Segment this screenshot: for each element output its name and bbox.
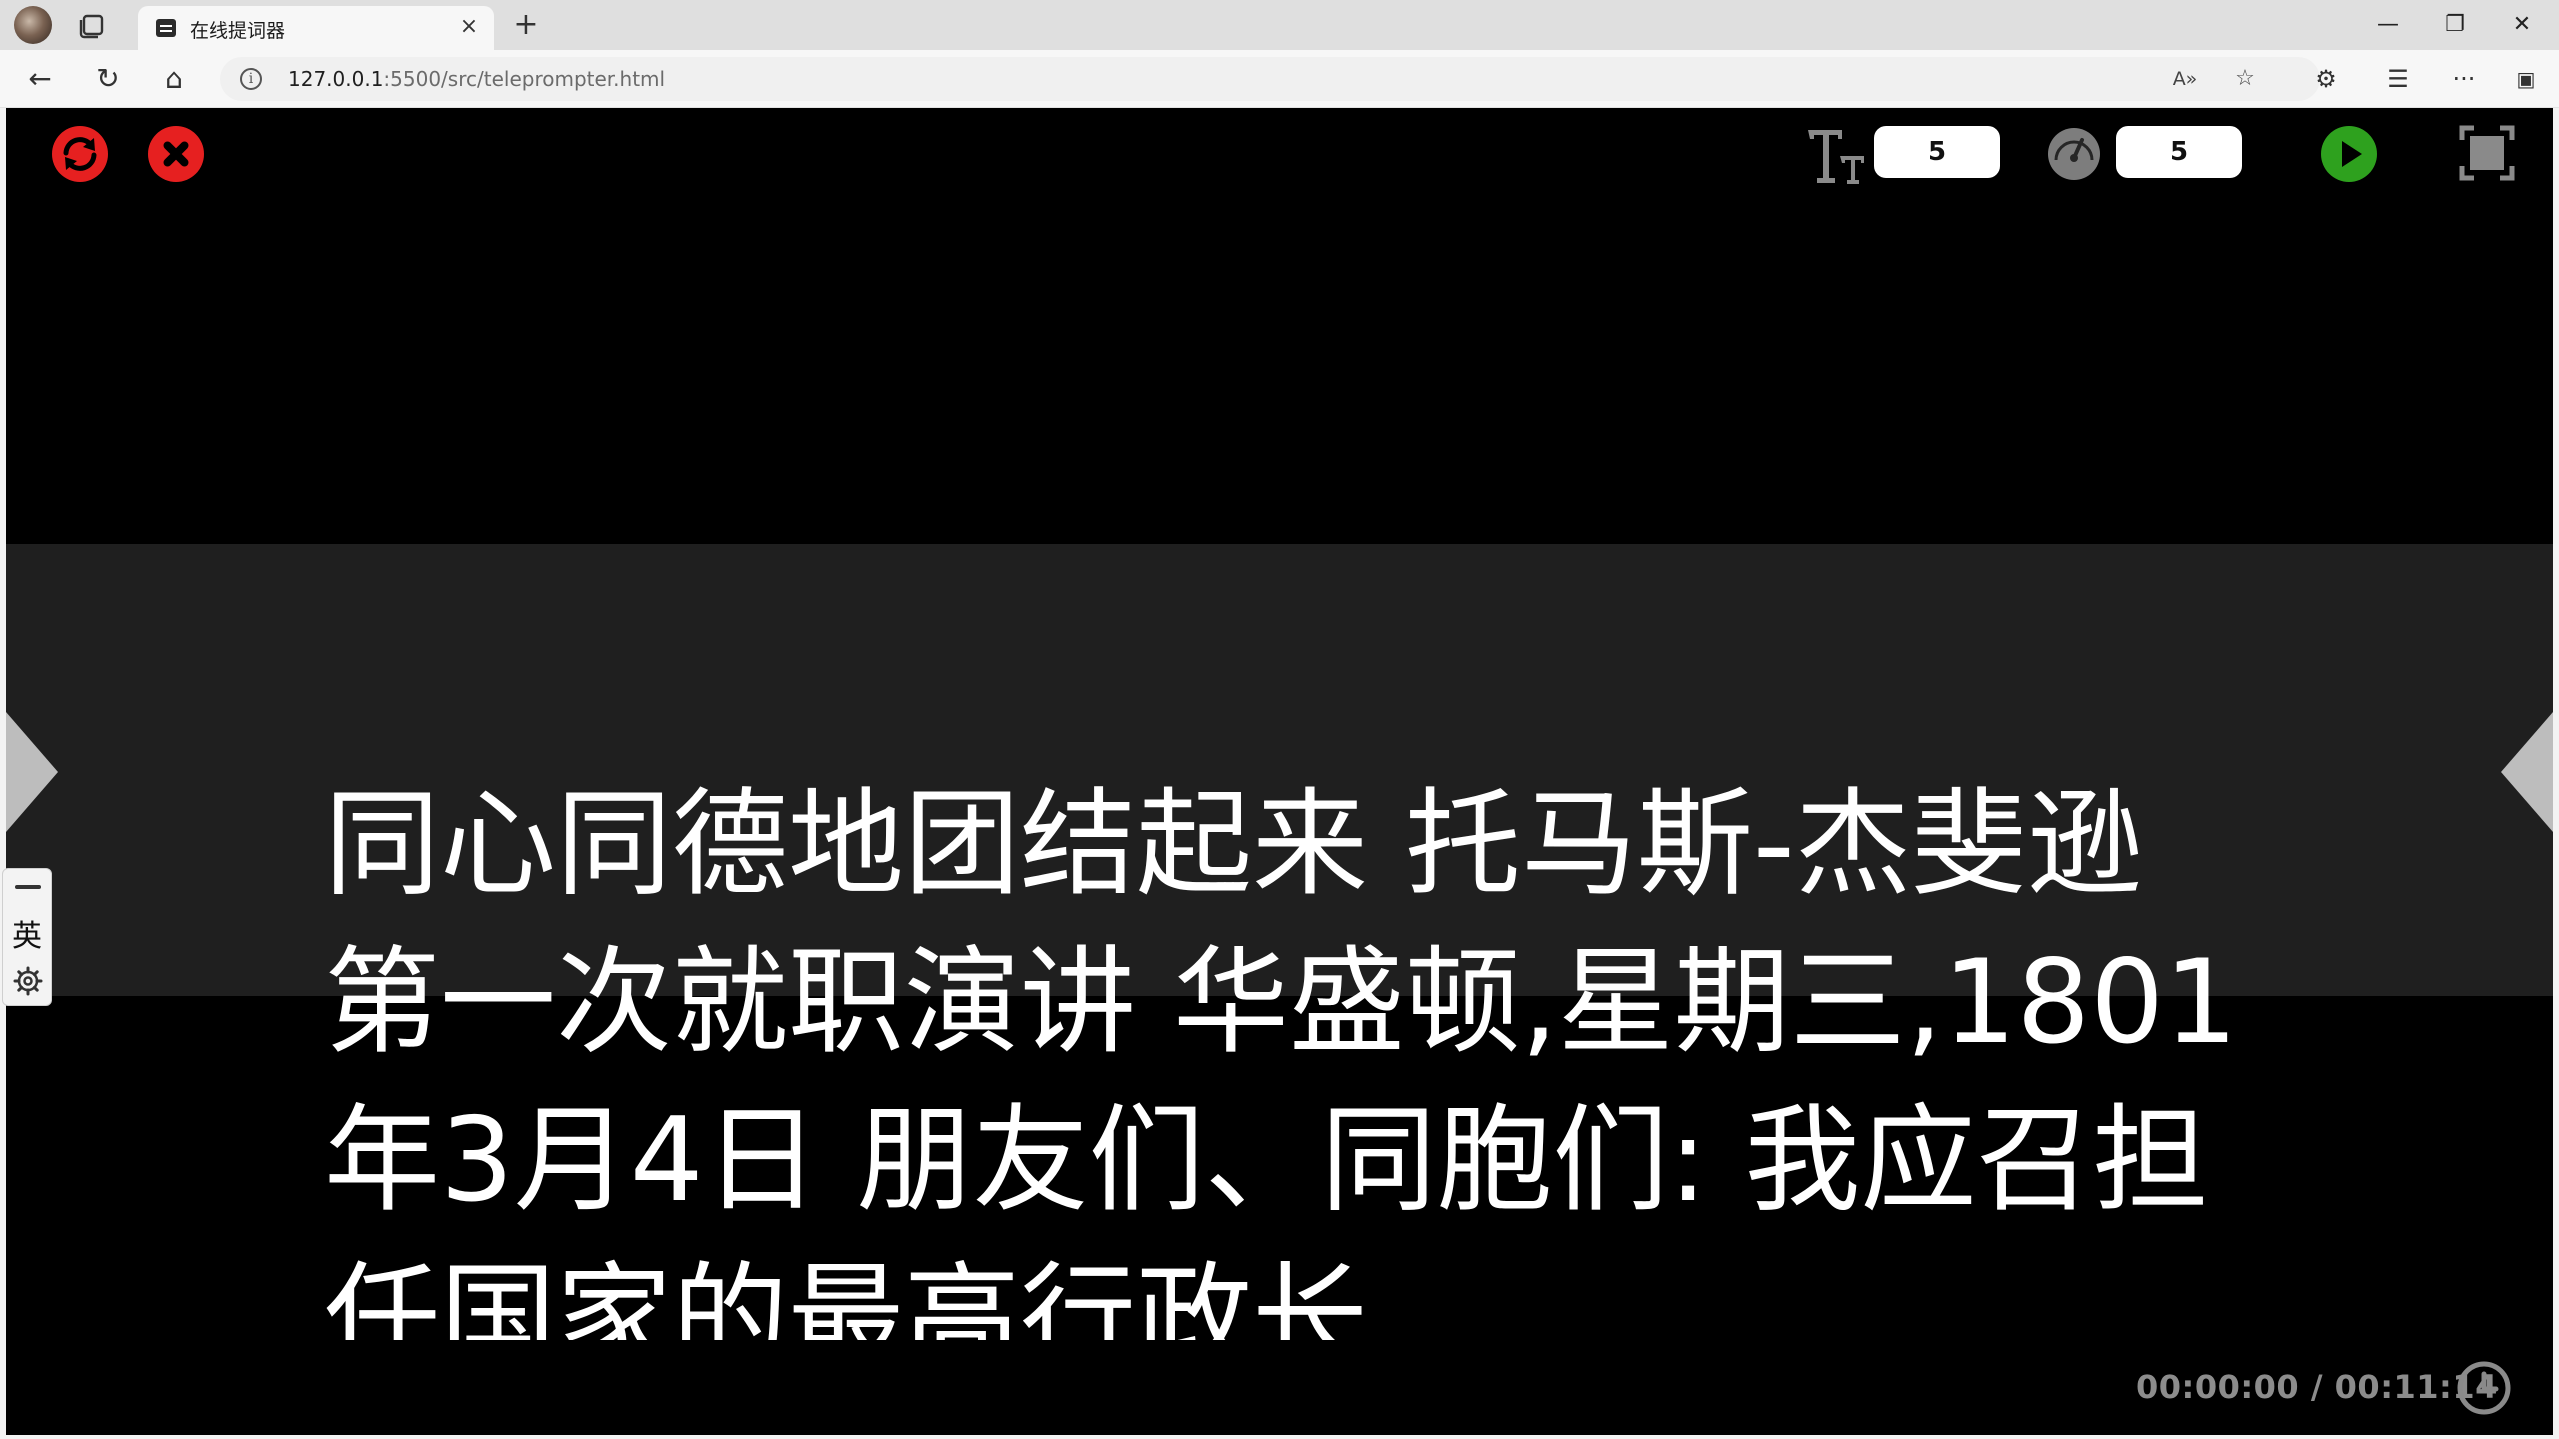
browser-toolbar: ← ↻ ⌂ i 127.0.0.1:5500/src/teleprompter.… [0,50,2559,108]
new-tab-button[interactable]: + [508,8,544,44]
browser-tab-bar: 在线提词器 × + — ❐ ✕ [0,0,2559,50]
favorite-star-icon[interactable]: ☆ [2230,64,2260,94]
play-button[interactable] [2321,126,2377,182]
url-path: :5500/src/teleprompter.html [383,67,666,91]
site-info-icon[interactable]: i [240,68,262,90]
extensions-icon[interactable]: ⚙ [2308,61,2344,97]
ime-toolbar: 英 [2,868,52,1006]
speedometer-icon [2048,128,2100,180]
elapsed-timer: 00:00:00 / 00:11:14 [2136,1368,2498,1406]
font-size-icon [1808,130,1864,184]
home-button[interactable]: ⌂ [154,59,194,99]
sidebar-toggle-icon[interactable]: ▣ [2508,61,2544,97]
tab-actions-icon[interactable] [76,10,108,40]
tab-close-button[interactable]: × [456,14,482,40]
tab-title: 在线提词器 [190,20,286,42]
reload-button[interactable]: ↻ [88,59,128,99]
clock-icon[interactable] [2456,1360,2512,1416]
window-restore-button[interactable]: ❐ [2425,6,2485,44]
window-minimize-button[interactable]: — [2358,6,2418,44]
read-aloud-icon[interactable]: A» [2170,64,2200,94]
fullscreen-button[interactable] [2458,124,2516,182]
ime-language-toggle[interactable]: 英 [3,911,51,955]
url-host: 127.0.0.1 [288,67,384,91]
refresh-icon [63,137,97,171]
address-bar[interactable]: i 127.0.0.1:5500/src/teleprompter.html A… [220,57,2320,101]
script-viewport[interactable]: 同心同德地团结起来 托马斯-杰斐逊 第一次就职演讲 华盛顿,星期三,1801年3… [324,776,2244,1340]
url-text[interactable]: 127.0.0.1:5500/src/teleprompter.html [288,67,665,91]
left-arrow-icon[interactable] [6,712,58,832]
window-close-button[interactable]: ✕ [2492,6,2552,44]
font-size-input[interactable] [1874,126,2000,178]
refresh-button[interactable] [52,126,108,182]
close-prompter-button[interactable] [148,126,204,182]
ime-settings-gear-icon[interactable] [12,965,44,997]
more-menu-icon[interactable]: ··· [2446,61,2482,97]
speed-input[interactable] [2116,126,2242,178]
browser-tab-active[interactable]: 在线提词器 × [138,6,494,50]
favorites-list-icon[interactable]: ☰ [2380,61,2416,97]
script-text: 同心同德地团结起来 托马斯-杰斐逊 第一次就职演讲 华盛顿,星期三,1801年3… [324,777,2238,1340]
ime-minimize-icon[interactable] [15,885,41,889]
tab-favicon-icon [156,19,176,37]
right-arrow-icon[interactable] [2501,712,2553,832]
teleprompter-page: 同心同德地团结起来 托马斯-杰斐逊 第一次就职演讲 华盛顿,星期三,1801年3… [6,108,2553,1435]
back-button[interactable]: ← [20,59,60,99]
profile-avatar[interactable] [14,6,52,44]
